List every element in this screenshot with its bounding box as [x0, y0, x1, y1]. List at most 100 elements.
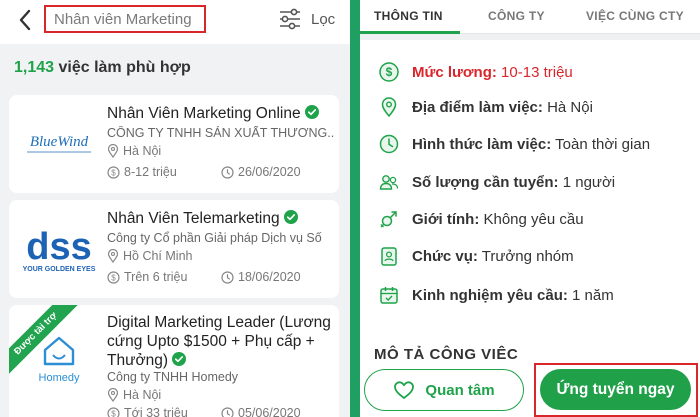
- job-detail-panel: THÔNG TIN CÔNG TY VIỆC CÙNG CTY $ Mức lư…: [360, 0, 700, 417]
- detail-value: Toàn thời gian: [551, 135, 651, 153]
- homedy-logo: Homedy: [39, 336, 80, 384]
- verified-check-icon: [172, 352, 187, 366]
- detail-label: Hình thức làm việc:: [412, 135, 552, 153]
- deadline-text: 18/06/2020: [238, 270, 301, 284]
- gender-icon: [380, 211, 397, 228]
- company-logo: dss YOUR GOLDEN EYES: [15, 214, 103, 284]
- calendar-icon: [380, 287, 398, 304]
- svg-text:$: $: [111, 409, 116, 417]
- apply-now-button[interactable]: Ứng tuyển ngay: [540, 369, 691, 410]
- detail-value: Trưởng nhóm: [477, 247, 574, 265]
- filter-sliders-icon: [280, 8, 300, 30]
- detail-value: 1 năm: [567, 286, 614, 304]
- job-deadline: 05/06/2020: [221, 406, 301, 417]
- panel-divider: [350, 0, 360, 417]
- detail-value: Không yêu cầu: [479, 210, 584, 228]
- svg-text:$: $: [111, 168, 116, 177]
- job-location: Hà Nội: [107, 388, 161, 402]
- salary-text: Trên 6 triệu: [124, 270, 188, 284]
- detail-label: Kinh nghiệm yêu cầu:: [412, 286, 568, 304]
- job-deadline: 26/06/2020: [221, 165, 301, 179]
- company-logo: BlueWind: [15, 109, 103, 179]
- location-text: Hồ Chí Minh: [123, 249, 193, 263]
- tab-company[interactable]: CÔNG TY: [488, 9, 545, 23]
- detail-experience: Kinh nghiệm yêu cầu: 1 năm: [378, 283, 614, 307]
- result-count: 1,143 việc làm phù hợp: [14, 59, 191, 77]
- salary-icon: $: [107, 165, 120, 179]
- salary-text: 8-12 triệu: [124, 165, 177, 179]
- job-card[interactable]: Được tài trợ Homedy Digital Marketing Le…: [9, 305, 339, 417]
- company-name: CÔNG TY TNHH SẢN XUẤT THƯƠNG...: [107, 126, 335, 140]
- detail-label: Địa điểm làm việc:: [412, 98, 543, 116]
- detail-value: 1 người: [558, 173, 616, 191]
- filter-button[interactable]: Lọc: [278, 8, 342, 32]
- apply-highlight-frame: Ứng tuyển ngay: [534, 363, 698, 417]
- detail-value: Hà Nội: [542, 98, 593, 116]
- salary-icon: $: [107, 406, 120, 417]
- job-title-text: Digital Marketing Leader (Lương cứng Upt…: [107, 314, 331, 369]
- job-location: Hà Nội: [107, 144, 161, 158]
- detail-gender: Giới tính: Không yêu cầu: [378, 207, 584, 231]
- dss-logo: dss YOUR GOLDEN EYES: [23, 226, 96, 273]
- detail-position: Chức vụ: Trưởng nhóm: [378, 244, 574, 268]
- detail-work-type: Hình thức làm việc: Toàn thời gian: [378, 132, 650, 156]
- timer-icon: [221, 406, 234, 417]
- company-logo: Homedy: [15, 325, 103, 395]
- timer-icon: [221, 165, 234, 179]
- tab-similar-jobs[interactable]: VIỆC CÙNG CTY: [586, 9, 684, 23]
- svg-text:$: $: [111, 273, 116, 282]
- save-job-button[interactable]: Quan tâm: [364, 369, 524, 411]
- clock-icon: [379, 134, 399, 154]
- filter-label: Lọc: [311, 11, 336, 28]
- detail-headcount: Số lượng cần tuyển: 1 người: [378, 170, 615, 194]
- logo-text: Homedy: [39, 372, 80, 384]
- job-salary: $ Tới 33 triệu: [107, 406, 188, 417]
- job-card[interactable]: BlueWind Nhân Viên Marketing Online CÔNG…: [9, 95, 339, 193]
- search-input[interactable]: Nhân viên Marketing: [44, 5, 206, 33]
- back-arrow-icon[interactable]: [14, 7, 38, 33]
- location-pin-icon: [381, 97, 397, 118]
- company-name: Công ty TNHH Homedy: [107, 370, 239, 384]
- job-list-panel: Nhân viên Marketing Lọc 1,143 việc làm p…: [0, 0, 350, 417]
- heart-icon: [394, 381, 415, 399]
- job-title[interactable]: Digital Marketing Leader (Lương cứng Upt…: [107, 313, 335, 370]
- save-job-label: Quan tâm: [425, 381, 495, 399]
- timer-icon: [221, 270, 234, 284]
- location-pin-icon: [107, 144, 119, 158]
- tab-separator: [360, 34, 700, 40]
- salary-icon: $: [379, 62, 399, 82]
- company-name: Công ty Cổ phần Giải pháp Dịch vụ Số: [107, 231, 322, 245]
- detail-label: Giới tính:: [412, 210, 480, 228]
- job-salary: $ 8-12 triệu: [107, 165, 177, 179]
- job-card[interactable]: dss YOUR GOLDEN EYES Nhân Viên Telemarke…: [9, 200, 339, 298]
- job-title[interactable]: Nhân Viên Telemarketing: [107, 209, 298, 228]
- job-location: Hồ Chí Minh: [107, 249, 192, 263]
- salary-icon: $: [107, 270, 120, 284]
- detail-label: Số lượng cần tuyển:: [412, 173, 559, 191]
- detail-label: Chức vụ:: [412, 247, 478, 265]
- search-query: Nhân viên Marketing: [54, 11, 192, 28]
- result-count-number: 1,143: [14, 59, 55, 76]
- svg-text:$: $: [386, 65, 393, 79]
- detail-tabs: THÔNG TIN CÔNG TY VIỆC CÙNG CTY: [360, 0, 700, 34]
- detail-location: Địa điểm làm việc: Hà Nội: [378, 95, 593, 119]
- job-title-text: Nhân Viên Telemarketing: [107, 210, 280, 227]
- location-text: Hà Nội: [123, 388, 162, 402]
- bluewind-logo: BlueWind: [27, 134, 91, 153]
- job-salary: $ Trên 6 triệu: [107, 270, 187, 284]
- deadline-text: 05/06/2020: [238, 406, 301, 417]
- tab-info[interactable]: THÔNG TIN: [374, 9, 443, 23]
- logo-text: BlueWind: [30, 134, 89, 150]
- result-count-suffix: việc làm phù hợp: [54, 59, 191, 76]
- people-icon: [379, 175, 399, 190]
- action-bar: Quan tâm Ứng tuyển ngay: [360, 360, 700, 417]
- detail-label: Mức lương:: [412, 63, 497, 81]
- job-title-text: Nhân Viên Marketing Online: [107, 105, 301, 122]
- job-title[interactable]: Nhân Viên Marketing Online: [107, 104, 319, 123]
- verified-check-icon: [283, 210, 298, 224]
- verified-check-icon: [304, 105, 319, 119]
- salary-text: Tới 33 triệu: [124, 406, 188, 417]
- id-badge-icon: [381, 247, 397, 266]
- logo-text: dss: [26, 226, 91, 268]
- location-pin-icon: [107, 249, 119, 263]
